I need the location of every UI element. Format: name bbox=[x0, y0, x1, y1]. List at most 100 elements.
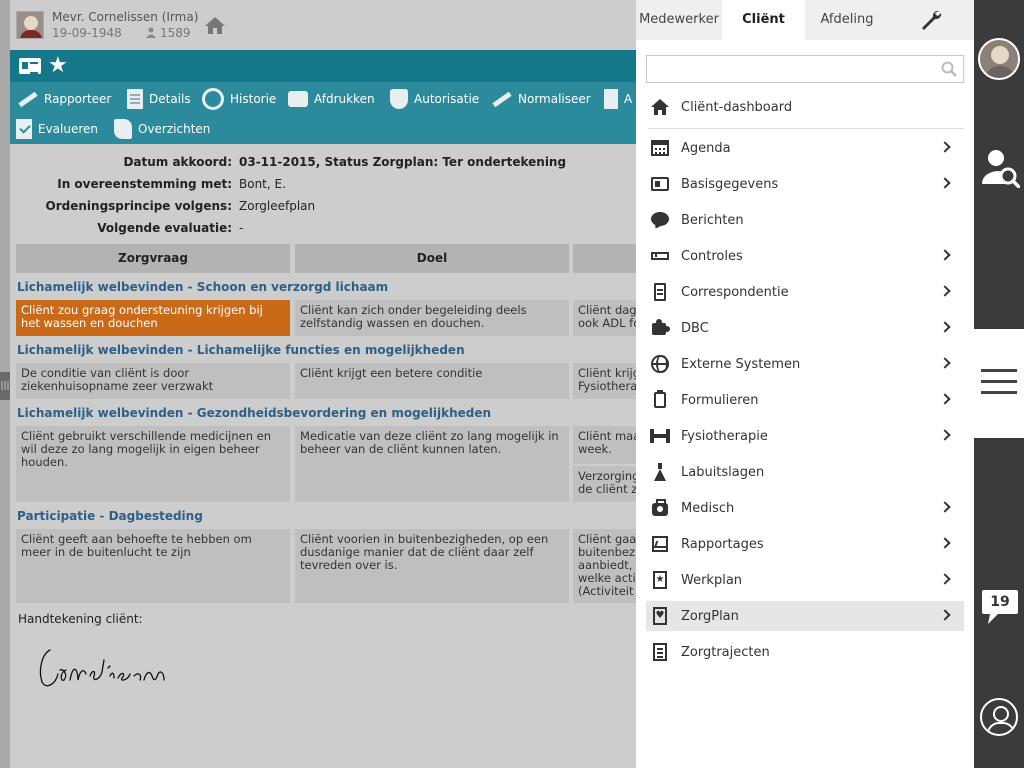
id-card-icon bbox=[651, 175, 669, 193]
doel-cell[interactable]: Cliënt krijgt een betere conditie bbox=[295, 363, 569, 399]
client-care-plan-page: ||| Mevr. Cornelissen (Irma) 19-09-1948 … bbox=[0, 0, 636, 768]
overzichten-label: Overzichten bbox=[138, 122, 211, 136]
evalueren-button[interactable]: Evalueren bbox=[16, 115, 98, 143]
autorisatie-button[interactable]: Autorisatie bbox=[390, 85, 479, 113]
details-button[interactable]: Details bbox=[124, 85, 191, 113]
menu-item-zorgplan[interactable]: ♥ ZorgPlan bbox=[646, 601, 964, 631]
menu-item-label: Berichten bbox=[681, 212, 744, 228]
column-header-doel: Doel bbox=[295, 244, 569, 273]
menu-item-label: Externe Systemen bbox=[681, 356, 801, 372]
actie-cell[interactable]: Cliënt dag ook ADL fo bbox=[573, 300, 636, 336]
actie-cell[interactable]: Verzorging de cliënt z bbox=[573, 466, 636, 502]
evaluatie-label: Volgende evaluatie: bbox=[97, 221, 232, 235]
chevron-right-icon bbox=[939, 501, 951, 513]
zorgvraag-cell[interactable]: Cliënt gebruikt verschillende medicijnen… bbox=[16, 426, 290, 502]
section-title: Lichamelijk welbevinden - Lichamelijke f… bbox=[17, 343, 465, 357]
truncated-toolbar-button[interactable]: A bbox=[604, 85, 632, 113]
tab-client[interactable]: Cliënt bbox=[722, 0, 805, 40]
client-menu-panel: Medewerker Cliënt Afdeling Cliënt-dashbo… bbox=[636, 0, 974, 768]
calendar-icon bbox=[651, 139, 669, 157]
speech-bubble-icon bbox=[651, 211, 669, 229]
menu-item-label: Correspondentie bbox=[681, 284, 789, 300]
menu-search-input[interactable] bbox=[646, 55, 964, 83]
menu-item-label: Formulieren bbox=[681, 392, 759, 408]
left-panel-handle[interactable]: ||| bbox=[0, 372, 10, 400]
menu-item-basisgegevens[interactable]: Basisgegevens bbox=[646, 169, 964, 199]
column-header-zorgvraag: Zorgvraag bbox=[16, 244, 290, 273]
menu-item-dbc[interactable]: DBC bbox=[646, 313, 964, 343]
shield-icon bbox=[390, 89, 408, 109]
care-plan-toolbar: Rapporteer Details Historie Afdrukken Au… bbox=[10, 82, 636, 144]
person-icon bbox=[146, 27, 156, 38]
truncated-label: A bbox=[624, 92, 633, 106]
normaliseer-button[interactable]: Normaliseer bbox=[490, 85, 591, 113]
zorgvraag-cell[interactable]: De conditie van cliënt is door ziekenhui… bbox=[16, 363, 290, 399]
heart-document-icon: ♥ bbox=[651, 607, 669, 625]
document-icon bbox=[651, 283, 669, 301]
historie-label: Historie bbox=[230, 92, 277, 106]
home-icon[interactable] bbox=[204, 15, 226, 35]
menu-divider bbox=[648, 128, 964, 129]
menu-item-label: Agenda bbox=[681, 140, 731, 156]
actie-cell[interactable]: Cliënt gaa buitenbezi aanbiedt, welke ac… bbox=[573, 529, 636, 603]
left-collapse-strip: ||| bbox=[0, 0, 10, 768]
menu-item-externe-systemen[interactable]: Externe Systemen bbox=[646, 349, 964, 379]
user-search-icon[interactable] bbox=[982, 148, 1020, 188]
rapporteer-button[interactable]: Rapporteer bbox=[16, 85, 111, 113]
tab-afdeling[interactable]: Afdeling bbox=[805, 0, 889, 40]
menu-item-werkplan[interactable]: ★ Werkplan bbox=[646, 565, 964, 595]
chevron-right-icon bbox=[939, 321, 951, 333]
client-photo[interactable] bbox=[16, 11, 44, 39]
hamburger-menu-icon bbox=[981, 369, 1017, 395]
user-profile-icon[interactable] bbox=[980, 698, 1018, 736]
client-signature bbox=[39, 649, 165, 687]
tab-medewerker[interactable]: Medewerker bbox=[636, 0, 722, 40]
datum-value: 03-11-2015, Status Zorgplan: Ter onderte… bbox=[239, 155, 567, 169]
star-icon[interactable]: ★ bbox=[48, 53, 68, 79]
menu-item-medisch[interactable]: Medisch bbox=[646, 493, 964, 523]
overzichten-button[interactable]: Overzichten bbox=[114, 115, 210, 143]
autorisatie-label: Autorisatie bbox=[414, 92, 480, 106]
chevron-right-icon bbox=[939, 573, 951, 585]
main-menu-tile[interactable] bbox=[974, 329, 1024, 438]
wrench-icon[interactable] bbox=[919, 8, 943, 32]
menu-item-correspondentie[interactable]: Correspondentie bbox=[646, 277, 964, 307]
rapporteer-label: Rapporteer bbox=[44, 92, 112, 106]
menu-item-labuitslagen[interactable]: Labuitslagen bbox=[646, 457, 964, 487]
menu-item-client-dashboard[interactable]: Cliënt-dashboard bbox=[646, 92, 964, 122]
menu-item-rapportages[interactable]: Rapportages bbox=[646, 529, 964, 559]
column-header-actie bbox=[573, 244, 636, 273]
menu-item-label: Zorgtrajecten bbox=[681, 644, 770, 660]
historie-button[interactable]: Historie bbox=[202, 85, 276, 113]
menu-tabs: Medewerker Cliënt Afdeling bbox=[636, 0, 974, 40]
doel-cell[interactable]: Cliënt kan zich onder begeleiding deels … bbox=[295, 300, 569, 336]
menu-item-label: Werkplan bbox=[681, 572, 743, 588]
chevron-right-icon bbox=[939, 429, 951, 441]
datum-label: Datum akkoord: bbox=[123, 155, 232, 169]
actie-cell[interactable]: Cliënt krijg Fysiothera bbox=[573, 363, 636, 399]
scroll-icon bbox=[114, 119, 132, 139]
id-card-icon[interactable] bbox=[19, 58, 41, 74]
menu-item-controles[interactable]: Controles bbox=[646, 241, 964, 271]
menu-item-formulieren[interactable]: Formulieren bbox=[646, 385, 964, 415]
menu-item-zorgtrajecten[interactable]: Zorgtrajecten bbox=[646, 637, 964, 667]
menu-item-berichten[interactable]: Berichten bbox=[646, 205, 964, 235]
zorgvraag-cell[interactable]: Cliënt zou graag ondersteuning krijgen b… bbox=[16, 300, 290, 336]
doel-cell[interactable]: Medicatie van deze cliënt zo lang mogeli… bbox=[295, 426, 569, 502]
zorgvraag-cell[interactable]: Cliënt geeft aan behoefte te hebben om m… bbox=[16, 529, 290, 603]
menu-item-label: Controles bbox=[681, 248, 743, 264]
eraser-icon bbox=[490, 88, 512, 110]
client-avatar[interactable] bbox=[978, 38, 1020, 80]
menu-item-fysiotherapie[interactable]: Fysiotherapie bbox=[646, 421, 964, 451]
overeenstemming-label: In overeenstemming met: bbox=[57, 177, 232, 191]
actie-cell[interactable]: Cliënt maa week. bbox=[573, 426, 636, 464]
search-icon[interactable] bbox=[941, 61, 957, 77]
document-search-icon bbox=[127, 89, 143, 109]
section-title: Lichamelijk welbevinden - Gezondheidsbev… bbox=[17, 406, 492, 420]
medical-bag-icon bbox=[651, 499, 669, 517]
menu-item-agenda[interactable]: Agenda bbox=[646, 133, 964, 163]
ordening-value: Zorgleefplan bbox=[239, 199, 316, 213]
doel-cell[interactable]: Cliënt voorien in buitenbezigheden, op e… bbox=[295, 529, 569, 603]
page-main: Mevr. Cornelissen (Irma) 19-09-1948 1589… bbox=[10, 0, 636, 768]
afdrukken-button[interactable]: Afdrukken bbox=[288, 85, 375, 113]
